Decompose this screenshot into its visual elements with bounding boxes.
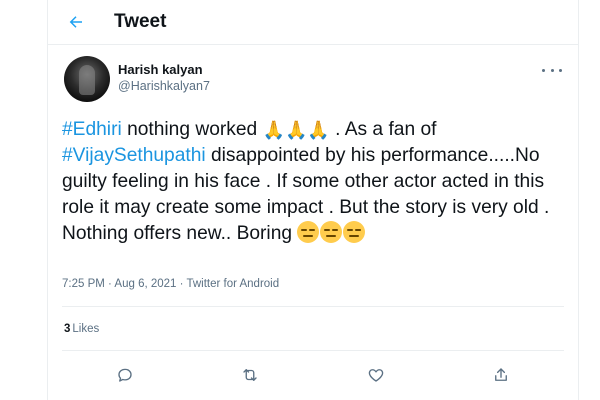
heart-icon [368,369,383,382]
divider [62,306,564,307]
more-dot-icon [550,68,554,72]
reply-button[interactable] [110,360,140,390]
page-title: Tweet [114,11,167,32]
tweet-text-part: . As a fan of [329,119,437,140]
tweet-timestamp[interactable]: 7:25 PM · Aug 6, 2021 · Twitter for Andr… [62,278,279,290]
retweet-button[interactable] [235,360,265,390]
back-arrow-icon [69,16,82,28]
tweet-page: Tweet Harish kalyan @Harishkalyan7 #Edhi… [47,0,579,400]
top-bar: Tweet [48,0,578,45]
expressionless-face-emoji-icon [297,221,320,243]
tweet-text-part: nothing worked [121,119,263,140]
hashtag-link[interactable]: #VijaySethupathi [62,145,206,166]
tweet-actions [62,360,564,390]
folded-hands-emoji-icon: 🙏🙏🙏 [262,120,330,140]
share-button[interactable] [486,360,516,390]
expressionless-emoji-group [297,221,366,244]
divider [62,350,564,351]
likes-number: 3 [64,323,71,335]
likes-label: Likes [72,323,100,335]
avatar[interactable] [64,56,110,102]
more-dot-icon [559,68,562,72]
expressionless-face-emoji-icon [343,221,366,243]
share-icon [495,368,508,381]
author-name[interactable]: Harish kalyan [118,62,203,77]
author-handle[interactable]: @Harishkalyan7 [118,79,210,93]
more-dot-icon [542,68,545,72]
likes-count[interactable]: 3 Likes [64,323,99,335]
back-button[interactable] [64,10,88,34]
tweet-text: #Edhiri nothing worked 🙏🙏🙏 . As a fan of… [62,117,562,247]
like-button[interactable] [361,360,391,390]
retweet-icon [243,369,257,381]
expressionless-face-emoji-icon [320,221,343,243]
reply-icon [118,368,132,382]
more-options-button[interactable] [542,64,562,76]
hashtag-link[interactable]: #Edhiri [62,119,122,140]
